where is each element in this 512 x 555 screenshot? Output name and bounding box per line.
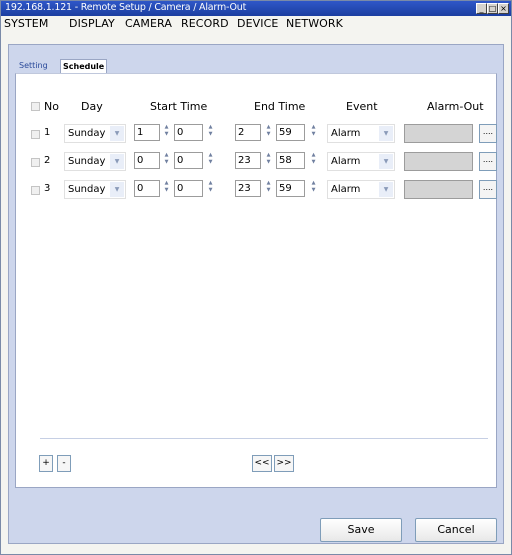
- chevron-down-icon[interactable]: ▼: [110, 154, 124, 169]
- start-minute-value: 0: [177, 155, 184, 166]
- event-select[interactable]: Alarm ▼: [327, 152, 395, 171]
- menu-display[interactable]: DISPLAY: [69, 17, 115, 30]
- end-hour-value: 23: [238, 155, 251, 166]
- end-hour-input[interactable]: 23: [235, 180, 261, 197]
- start-minute-value: 0: [177, 127, 184, 138]
- end-minute-input[interactable]: 59: [276, 180, 305, 197]
- alarm-out-browse-button[interactable]: ....: [479, 180, 497, 199]
- end-minute-value: 58: [279, 155, 292, 166]
- menu-network[interactable]: NETWORK: [286, 17, 343, 30]
- start-hour-spin-icon[interactable]: ▲ ▼: [162, 124, 171, 141]
- end-minute-input[interactable]: 58: [276, 152, 305, 169]
- day-select[interactable]: Sunday ▼: [64, 124, 126, 143]
- close-button[interactable]: ×: [498, 3, 509, 14]
- start-hour-input[interactable]: 0: [134, 180, 160, 197]
- start-minute-input[interactable]: 0: [174, 180, 203, 197]
- chevron-down-icon[interactable]: ▼: [110, 182, 124, 197]
- row-checkbox[interactable]: [31, 186, 40, 195]
- header-start-time: Start Time: [150, 100, 208, 113]
- row-checkbox[interactable]: [31, 158, 40, 167]
- header-end-time: End Time: [254, 100, 306, 113]
- header-event: Event: [346, 100, 378, 113]
- tab-schedule[interactable]: Schedule: [60, 59, 108, 74]
- event-value: Alarm: [331, 128, 361, 139]
- alarm-out-field[interactable]: [404, 124, 473, 143]
- end-hour-spin-icon[interactable]: ▲ ▼: [264, 124, 273, 141]
- header-day: Day: [81, 100, 103, 113]
- day-value: Sunday: [68, 184, 106, 195]
- end-minute-value: 59: [279, 183, 292, 194]
- start-hour-value: 0: [137, 155, 144, 166]
- menu-record[interactable]: RECORD: [181, 17, 229, 30]
- start-hour-spin-icon[interactable]: ▲ ▼: [162, 180, 171, 197]
- event-value: Alarm: [331, 184, 361, 195]
- row-number: 3: [44, 183, 51, 194]
- menu-bar: SYSTEM DISPLAY CAMERA RECORD DEVICE NETW…: [1, 16, 511, 32]
- day-value: Sunday: [68, 128, 106, 139]
- end-minute-value: 59: [279, 127, 292, 138]
- end-hour-spin-icon[interactable]: ▲ ▼: [264, 180, 273, 197]
- start-hour-spin-icon[interactable]: ▲ ▼: [162, 152, 171, 169]
- add-row-button[interactable]: +: [39, 455, 53, 472]
- end-minute-spin-icon[interactable]: ▲ ▼: [309, 152, 318, 169]
- day-select[interactable]: Sunday ▼: [64, 180, 126, 199]
- start-minute-value: 0: [177, 183, 184, 194]
- chevron-down-icon[interactable]: ▼: [110, 126, 124, 141]
- header-no: No: [44, 100, 59, 113]
- window-title: 192.168.1.121 - Remote Setup / Camera / …: [5, 2, 247, 13]
- row-number: 2: [44, 155, 51, 166]
- end-hour-spin-icon[interactable]: ▲ ▼: [264, 152, 273, 169]
- remove-row-button[interactable]: -: [57, 455, 71, 472]
- end-hour-value: 2: [238, 127, 245, 138]
- alarm-out-field[interactable]: [404, 152, 473, 171]
- chevron-down-icon[interactable]: ▼: [379, 154, 393, 169]
- alarm-out-field[interactable]: [404, 180, 473, 199]
- end-minute-spin-icon[interactable]: ▲ ▼: [309, 124, 318, 141]
- event-select[interactable]: Alarm ▼: [327, 124, 395, 143]
- tab-setting[interactable]: Setting: [19, 59, 48, 73]
- title-bar[interactable]: 192.168.1.121 - Remote Setup / Camera / …: [1, 1, 511, 16]
- menu-camera[interactable]: CAMERA: [125, 17, 172, 30]
- end-minute-input[interactable]: 59: [276, 124, 305, 141]
- menu-device[interactable]: DEVICE: [237, 17, 278, 30]
- end-hour-value: 23: [238, 183, 251, 194]
- header-alarm-out: Alarm-Out: [427, 100, 484, 113]
- select-all-checkbox[interactable]: [31, 102, 40, 111]
- start-minute-spin-icon[interactable]: ▲ ▼: [206, 124, 215, 141]
- alarm-out-browse-button[interactable]: ....: [479, 124, 497, 143]
- row-checkbox[interactable]: [31, 130, 40, 139]
- alarm-out-browse-button[interactable]: ....: [479, 152, 497, 171]
- start-minute-input[interactable]: 0: [174, 124, 203, 141]
- end-hour-input[interactable]: 23: [235, 152, 261, 169]
- start-minute-spin-icon[interactable]: ▲ ▼: [206, 180, 215, 197]
- cancel-button[interactable]: Cancel: [415, 518, 497, 542]
- start-hour-input[interactable]: 1: [134, 124, 160, 141]
- start-hour-value: 0: [137, 183, 144, 194]
- menu-system[interactable]: SYSTEM: [4, 17, 48, 30]
- end-minute-spin-icon[interactable]: ▲ ▼: [309, 180, 318, 197]
- day-value: Sunday: [68, 156, 106, 167]
- end-hour-input[interactable]: 2: [235, 124, 261, 141]
- divider: [40, 438, 488, 439]
- start-minute-spin-icon[interactable]: ▲ ▼: [206, 152, 215, 169]
- day-select[interactable]: Sunday ▼: [64, 152, 126, 171]
- start-minute-input[interactable]: 0: [174, 152, 203, 169]
- chevron-down-icon[interactable]: ▼: [379, 126, 393, 141]
- minimize-button[interactable]: _: [476, 3, 487, 14]
- prev-page-button[interactable]: <<: [252, 455, 272, 472]
- start-hour-input[interactable]: 0: [134, 152, 160, 169]
- save-button[interactable]: Save: [320, 518, 402, 542]
- event-value: Alarm: [331, 156, 361, 167]
- chevron-down-icon[interactable]: ▼: [379, 182, 393, 197]
- event-select[interactable]: Alarm ▼: [327, 180, 395, 199]
- row-number: 1: [44, 127, 51, 138]
- next-page-button[interactable]: >>: [274, 455, 294, 472]
- start-hour-value: 1: [137, 127, 144, 138]
- maximize-button[interactable]: □: [487, 3, 498, 14]
